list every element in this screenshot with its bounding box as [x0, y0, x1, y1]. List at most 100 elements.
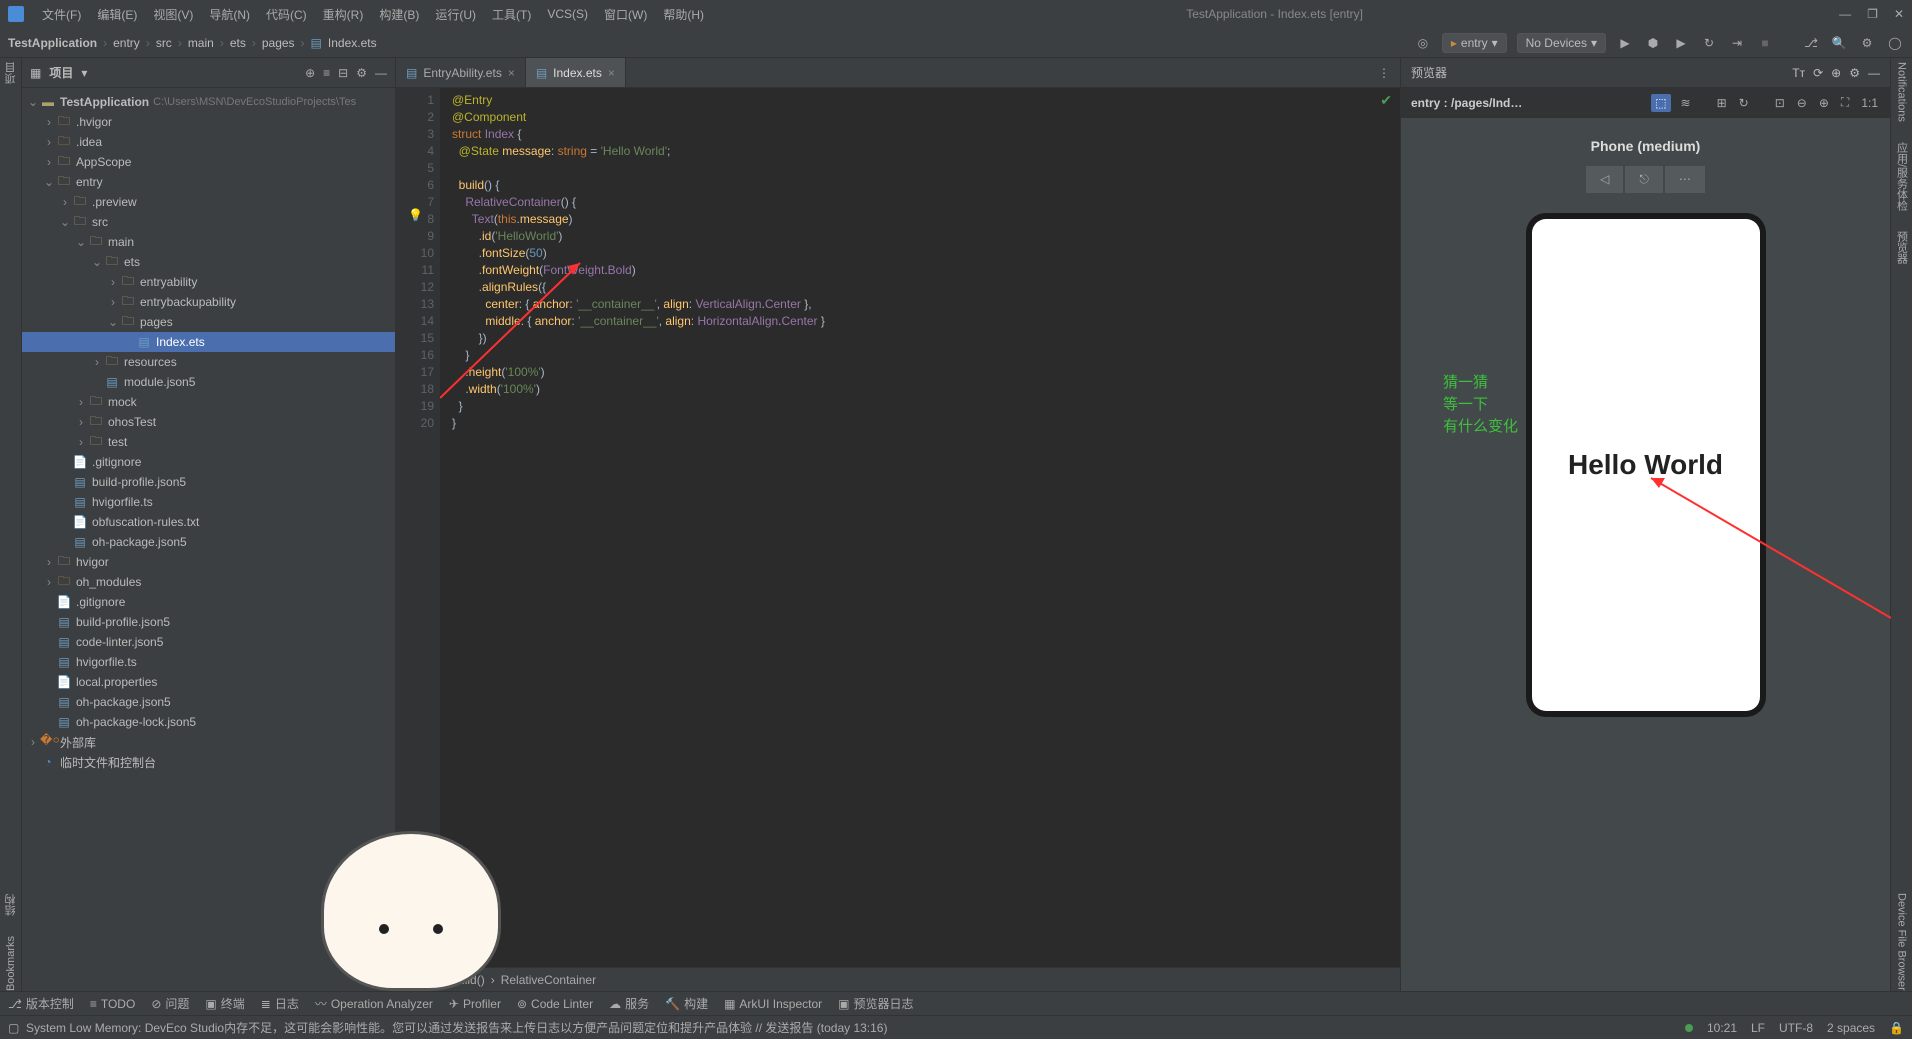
- build-tool[interactable]: 🔨 构建: [665, 995, 708, 1012]
- menu-vcs[interactable]: VCS(S): [541, 5, 594, 23]
- tree-item[interactable]: ▤build-profile.json5: [22, 612, 395, 632]
- status-icon[interactable]: ▢: [8, 1021, 19, 1035]
- terminal-tool[interactable]: ▣ 终端: [205, 995, 244, 1012]
- locate-icon[interactable]: ⊕: [305, 66, 315, 80]
- status-encoding[interactable]: UTF-8: [1779, 1021, 1813, 1035]
- target-icon[interactable]: ◎: [1414, 34, 1432, 52]
- tree-item[interactable]: ›🗀.hvigor: [22, 112, 395, 132]
- device-selector[interactable]: No Devices ▾: [1517, 33, 1606, 53]
- tree-item[interactable]: ⌄🗀entry: [22, 172, 395, 192]
- collapse-icon[interactable]: ⊟: [338, 66, 348, 80]
- tab-index[interactable]: ▤ Index.ets×: [526, 58, 626, 87]
- menu-help[interactable]: 帮助(H): [657, 4, 710, 25]
- stop-icon[interactable]: ■: [1756, 34, 1774, 52]
- tree-item[interactable]: ›🗀AppScope: [22, 152, 395, 172]
- tree-item[interactable]: ▤module.json5: [22, 372, 395, 392]
- todo-tool[interactable]: ≡ TODO: [90, 997, 135, 1011]
- status-lock-icon[interactable]: 🔒: [1889, 1021, 1904, 1035]
- tree-item[interactable]: ›🗀test: [22, 432, 395, 452]
- tree-item[interactable]: ▤build-profile.json5: [22, 472, 395, 492]
- layers-icon[interactable]: ≋: [1679, 94, 1693, 112]
- menu-build[interactable]: 构建(B): [373, 4, 425, 25]
- inspect-icon[interactable]: ⊕: [1831, 66, 1841, 80]
- user-icon[interactable]: ◯: [1886, 34, 1904, 52]
- menu-navigate[interactable]: 导航(N): [203, 4, 256, 25]
- tree-item[interactable]: ›🗀resources: [22, 352, 395, 372]
- tree-item[interactable]: 📄.gitignore: [22, 452, 395, 472]
- tree-item[interactable]: ›🗀ohosTest: [22, 412, 395, 432]
- tree-item[interactable]: ⌄🗀src: [22, 212, 395, 232]
- menu-tools[interactable]: 工具(T): [486, 4, 537, 25]
- tree-item[interactable]: 📄local.properties: [22, 672, 395, 692]
- op-analyzer-tool[interactable]: 〰 Operation Analyzer: [315, 995, 433, 1012]
- tree-externals[interactable]: ›�০ 外部库: [22, 732, 395, 752]
- close-icon[interactable]: ×: [508, 66, 515, 80]
- gear-icon[interactable]: ⚙: [356, 66, 367, 80]
- run-config-selector[interactable]: ▸entry ▾: [1442, 33, 1507, 53]
- nav-home-button[interactable]: ⎋: [1625, 166, 1663, 193]
- refresh-icon[interactable]: ⟳: [1813, 66, 1823, 80]
- menu-edit[interactable]: 编辑(E): [91, 4, 143, 25]
- project-tree[interactable]: ⌄▬ TestApplication C:\Users\MSN\DevEcoSt…: [22, 88, 395, 991]
- tree-item[interactable]: ▤code-linter.json5: [22, 632, 395, 652]
- close-icon[interactable]: ✕: [1894, 7, 1904, 21]
- intention-bulb-icon[interactable]: 💡: [408, 207, 423, 224]
- zoom-in-icon[interactable]: ⊕: [1817, 94, 1831, 112]
- status-indent[interactable]: 2 spaces: [1827, 1021, 1875, 1035]
- tree-item[interactable]: ▤oh-package-lock.json5: [22, 712, 395, 732]
- crumb[interactable]: ets: [230, 36, 246, 50]
- tree-item[interactable]: ›🗀entryability: [22, 272, 395, 292]
- tree-item[interactable]: ›🗀entrybackupability: [22, 292, 395, 312]
- notifications-tool-button[interactable]: Notifications: [1896, 62, 1908, 122]
- tree-item[interactable]: 📄.gitignore: [22, 592, 395, 612]
- previewer-tool-button[interactable]: 预览器: [1894, 231, 1910, 264]
- zoom-out-icon[interactable]: ⊖: [1795, 94, 1809, 112]
- debug-icon[interactable]: ⬢: [1644, 34, 1662, 52]
- component-icon[interactable]: ⬚: [1651, 94, 1670, 112]
- preview-log-tool[interactable]: ▣ 预览器日志: [838, 995, 913, 1012]
- nav-back-button[interactable]: ◁: [1586, 166, 1623, 193]
- menu-run[interactable]: 运行(U): [429, 4, 482, 25]
- tree-item[interactable]: ›🗀mock: [22, 392, 395, 412]
- tree-item[interactable]: ›🗀oh_modules: [22, 572, 395, 592]
- tree-root[interactable]: ⌄▬ TestApplication C:\Users\MSN\DevEcoSt…: [22, 92, 395, 112]
- tree-item[interactable]: ⌄🗀ets: [22, 252, 395, 272]
- search-icon[interactable]: 🔍: [1830, 34, 1848, 52]
- hide-icon[interactable]: —: [1868, 66, 1880, 80]
- profile-icon[interactable]: ↻: [1700, 34, 1718, 52]
- grid-icon[interactable]: ⊞: [1715, 94, 1729, 112]
- menu-window[interactable]: 窗口(W): [598, 4, 653, 25]
- profiler-tool[interactable]: ✈ Profiler: [449, 997, 501, 1011]
- log-tool[interactable]: ≣ 日志: [261, 995, 299, 1012]
- tree-item[interactable]: ›🗀.idea: [22, 132, 395, 152]
- font-icon[interactable]: Tт: [1792, 66, 1805, 80]
- project-view-icon[interactable]: ▦: [30, 66, 41, 80]
- zoom-ratio[interactable]: 1:1: [1859, 94, 1880, 112]
- device-browser-tool-button[interactable]: Device File Browser: [1896, 893, 1908, 991]
- project-tool-button[interactable]: 项目: [3, 62, 19, 84]
- tree-item[interactable]: ▤hvigorfile.ts: [22, 492, 395, 512]
- crumb-file[interactable]: Index.ets: [328, 36, 377, 50]
- tree-item[interactable]: 📄obfuscation-rules.txt: [22, 512, 395, 532]
- tab-entryability[interactable]: ▤ EntryAbility.ets×: [396, 58, 526, 87]
- menu-code[interactable]: 代码(C): [260, 4, 313, 25]
- linter-tool[interactable]: ⊚ Code Linter: [517, 997, 593, 1011]
- arkui-tool[interactable]: ▦ ArkUI Inspector: [724, 997, 822, 1011]
- status-message[interactable]: System Low Memory: DevEco Studio内存不足，这可能…: [26, 1019, 1685, 1036]
- crumb[interactable]: entry: [113, 36, 140, 50]
- crumb[interactable]: src: [156, 36, 172, 50]
- dropdown-icon[interactable]: ▾: [81, 66, 87, 80]
- tree-item[interactable]: ›🗀.preview: [22, 192, 395, 212]
- settings-icon[interactable]: ⚙: [1858, 34, 1876, 52]
- tree-item[interactable]: ⌄🗀pages: [22, 312, 395, 332]
- gear-icon[interactable]: ⚙: [1849, 66, 1860, 80]
- tree-item[interactable]: ▤oh-package.json5: [22, 532, 395, 552]
- status-lf[interactable]: LF: [1751, 1021, 1765, 1035]
- maximize-icon[interactable]: ❐: [1867, 7, 1878, 21]
- crumb[interactable]: pages: [262, 36, 295, 50]
- attach-icon[interactable]: ⇥: [1728, 34, 1746, 52]
- menu-file[interactable]: 文件(F): [36, 4, 87, 25]
- expand-icon[interactable]: ≡: [323, 66, 330, 80]
- status-time[interactable]: 10:21: [1707, 1021, 1737, 1035]
- vcs-tool[interactable]: ⎇ 版本控制: [8, 995, 74, 1012]
